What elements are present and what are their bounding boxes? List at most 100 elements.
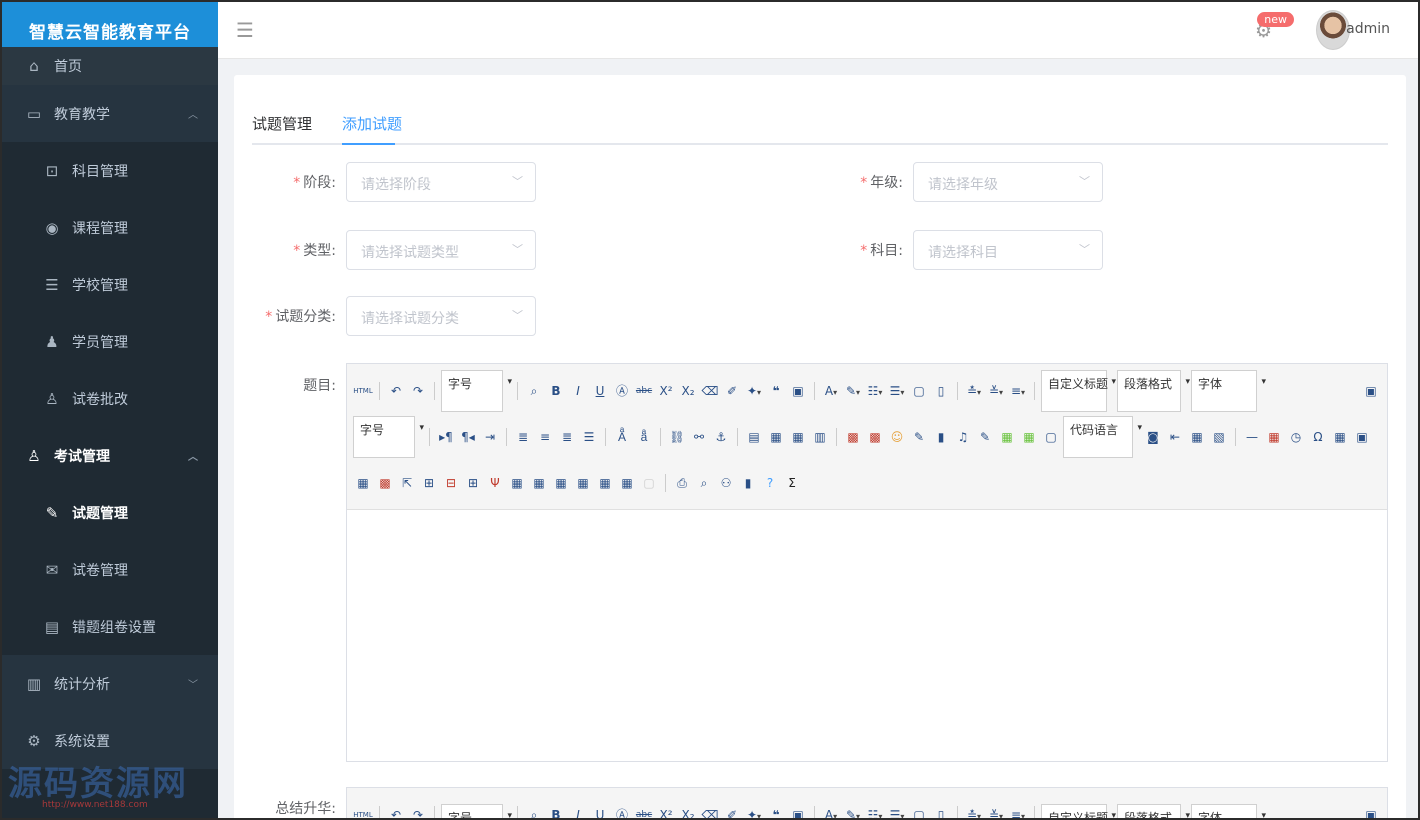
- bold-icon[interactable]: B: [546, 805, 566, 818]
- highlight-color-icon[interactable]: ✎: [843, 805, 863, 818]
- blockquote-icon[interactable]: ❝: [766, 805, 786, 818]
- stage-select[interactable]: 请选择阶段 ﹀: [346, 162, 536, 202]
- preview-icon[interactable]: ⌕: [694, 473, 714, 493]
- sidebar-item-exams[interactable]: ♙ 考试管理 ︿: [2, 427, 218, 484]
- select-all-icon[interactable]: ▢: [909, 381, 929, 401]
- merge-right-icon[interactable]: ▦: [529, 473, 549, 493]
- undo-icon[interactable]: ↶: [386, 381, 406, 401]
- rtl-icon[interactable]: ¶◂: [458, 427, 478, 447]
- tab-question-management[interactable]: 试题管理: [252, 113, 312, 134]
- page-break-icon[interactable]: ◙: [1143, 427, 1163, 447]
- font-size-select-2[interactable]: 字号: [353, 416, 424, 458]
- align-justify-icon[interactable]: ☰: [579, 427, 599, 447]
- unlink-icon[interactable]: ⚯: [689, 427, 709, 447]
- search-replace-icon[interactable]: ⚇: [716, 473, 736, 493]
- video-icon[interactable]: ▮: [931, 427, 951, 447]
- charts-icon[interactable]: ▢: [639, 473, 659, 493]
- redo-icon[interactable]: ↷: [408, 381, 428, 401]
- paste-plain-icon[interactable]: ▮: [738, 473, 758, 493]
- delete-col-icon[interactable]: Ψ: [485, 473, 505, 493]
- image-center-icon[interactable]: ▥: [810, 427, 830, 447]
- snapscreen-icon[interactable]: ▦: [1330, 427, 1350, 447]
- italic-icon[interactable]: I: [568, 381, 588, 401]
- split-to-cells-icon[interactable]: ▦: [573, 473, 593, 493]
- music-icon[interactable]: ♫: [953, 427, 973, 447]
- date-icon[interactable]: ▦: [1264, 427, 1284, 447]
- eraser-icon[interactable]: ⌫: [700, 381, 720, 401]
- undo-icon[interactable]: ↶: [386, 805, 406, 818]
- multi-image-icon[interactable]: ▩: [865, 427, 885, 447]
- find-icon[interactable]: ⌕: [524, 805, 544, 818]
- paragraph-format-select[interactable]: 段落格式: [1117, 804, 1190, 818]
- underline-icon[interactable]: U: [590, 805, 610, 818]
- sidebar-item-students[interactable]: ♟ 学员管理: [2, 313, 218, 370]
- auto-format-icon[interactable]: ✦: [744, 805, 764, 818]
- map-icon[interactable]: ▦: [997, 427, 1017, 447]
- paste-text-icon[interactable]: ▣: [788, 381, 808, 401]
- insert-row-icon[interactable]: ⊞: [419, 473, 439, 493]
- help-icon[interactable]: ?: [760, 473, 780, 493]
- subscript-icon[interactable]: X₂: [678, 381, 698, 401]
- image-left-icon[interactable]: ▦: [766, 427, 786, 447]
- insert-table-icon[interactable]: ▦: [353, 473, 373, 493]
- background-icon[interactable]: ▦: [1187, 427, 1207, 447]
- format-brush-icon[interactable]: ✐: [722, 805, 742, 818]
- format-brush-icon[interactable]: ✐: [722, 381, 742, 401]
- menu-toggle-icon[interactable]: ☰: [236, 18, 254, 42]
- tab-add-question[interactable]: 添加试题: [342, 113, 402, 134]
- font-color-icon[interactable]: A: [821, 805, 841, 818]
- paste-text-icon[interactable]: ▣: [788, 805, 808, 818]
- subject-select[interactable]: 请选择科目 ﹀: [913, 230, 1103, 270]
- italic-icon[interactable]: I: [568, 805, 588, 818]
- font-family-select[interactable]: 字体: [1191, 370, 1266, 412]
- custom-heading-select[interactable]: 自定义标题: [1041, 804, 1116, 818]
- insert-col-icon[interactable]: ⊞: [463, 473, 483, 493]
- align-center-icon[interactable]: ≡: [535, 427, 555, 447]
- find-icon[interactable]: ⌕: [524, 381, 544, 401]
- highlight-color-icon[interactable]: ✎: [843, 381, 863, 401]
- superscript-icon[interactable]: X²: [656, 381, 676, 401]
- superscript-icon[interactable]: X²: [656, 805, 676, 818]
- font-family-select[interactable]: 字体: [1191, 804, 1266, 818]
- select-all-icon[interactable]: ▢: [909, 805, 929, 818]
- category-select[interactable]: 请选择试题分类 ﹀: [346, 296, 536, 336]
- type-select[interactable]: 请选择试题类型 ﹀: [346, 230, 536, 270]
- font-border-icon[interactable]: Ⓐ: [612, 805, 632, 818]
- grade-select[interactable]: 请选择年级 ﹀: [913, 162, 1103, 202]
- font-size-select[interactable]: 字号: [441, 804, 512, 818]
- username[interactable]: admin: [1346, 21, 1390, 37]
- template-icon[interactable]: ⇤: [1165, 427, 1185, 447]
- line-height-icon[interactable]: ≡: [1008, 805, 1028, 818]
- horizontal-line-icon[interactable]: —: [1242, 427, 1262, 447]
- insert-image-icon[interactable]: ▩: [843, 427, 863, 447]
- strikethrough-icon[interactable]: abc: [634, 805, 654, 818]
- delete-row-icon[interactable]: ⊟: [441, 473, 461, 493]
- ltr-icon[interactable]: ▸¶: [436, 427, 456, 447]
- sidebar-item-schools[interactable]: ☰ 学校管理: [2, 256, 218, 313]
- link-icon[interactable]: ⛓: [667, 427, 687, 447]
- merge-cells-icon[interactable]: ▦: [507, 473, 527, 493]
- avatar[interactable]: [1316, 10, 1350, 50]
- sidebar-item-papers[interactable]: ✉ 试卷管理: [2, 541, 218, 598]
- print-icon[interactable]: ⎙: [672, 473, 692, 493]
- row-spacing-bottom-icon[interactable]: ≚: [986, 381, 1006, 401]
- delete-table-icon[interactable]: ▩: [375, 473, 395, 493]
- fullscreen-icon[interactable]: ▣: [1361, 381, 1381, 401]
- strikethrough-icon[interactable]: abc: [634, 381, 654, 401]
- font-border-icon[interactable]: Ⓐ: [612, 381, 632, 401]
- auto-format-icon[interactable]: ✦: [744, 381, 764, 401]
- custom-heading-select[interactable]: 自定义标题: [1041, 370, 1116, 412]
- paragraph-format-select[interactable]: 段落格式: [1117, 370, 1190, 412]
- to-uppercase-icon[interactable]: Aͣ: [612, 427, 632, 447]
- sidebar-item-wrong-questions[interactable]: ▤ 错题组卷设置: [2, 598, 218, 655]
- clear-doc-icon[interactable]: ▯: [931, 805, 951, 818]
- line-height-icon[interactable]: ≡: [1008, 381, 1028, 401]
- eraser-icon[interactable]: ⌫: [700, 805, 720, 818]
- font-color-icon[interactable]: A: [821, 381, 841, 401]
- attachment-icon[interactable]: ✎: [975, 427, 995, 447]
- row-spacing-top-icon[interactable]: ≛: [964, 805, 984, 818]
- emotion-icon[interactable]: ☺: [887, 427, 907, 447]
- html-source-button[interactable]: HTML: [353, 805, 373, 818]
- unordered-list-icon[interactable]: ☰: [887, 381, 907, 401]
- merge-down-icon[interactable]: ▦: [551, 473, 571, 493]
